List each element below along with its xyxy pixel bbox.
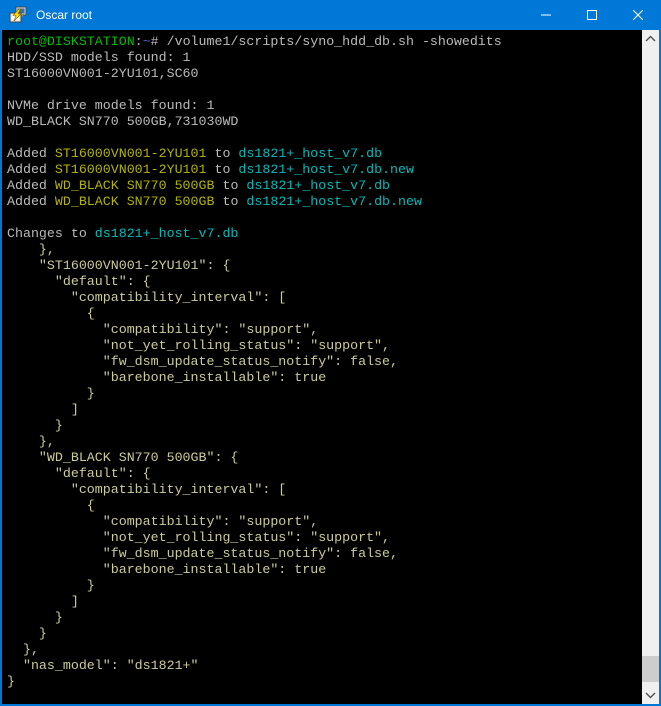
terminal-line: ] [7, 402, 642, 418]
maximize-button[interactable] [569, 0, 615, 30]
terminal-line: }, [7, 642, 642, 658]
putty-window: Oscar root root@DISKSTATION:~# /volume1/… [0, 0, 661, 706]
close-icon [633, 10, 643, 20]
terminal-line: "WD_BLACK SN770 500GB": { [7, 450, 642, 466]
terminal-line [7, 82, 642, 98]
putty-app-icon [9, 6, 27, 24]
terminal-line: ] [7, 594, 642, 610]
terminal-line [7, 130, 642, 146]
maximize-icon [587, 10, 597, 20]
terminal-line: root@DISKSTATION:~# /volume1/scripts/syn… [7, 34, 642, 50]
terminal-line: "default": { [7, 274, 642, 290]
terminal-line: Added WD_BLACK SN770 500GB to ds1821+_ho… [7, 178, 642, 194]
minimize-icon [541, 10, 551, 20]
scrollbar[interactable] [642, 30, 659, 704]
window-controls [523, 0, 661, 30]
minimize-button[interactable] [523, 0, 569, 30]
chevron-down-icon [645, 692, 656, 699]
terminal-line: Added WD_BLACK SN770 500GB to ds1821+_ho… [7, 194, 642, 210]
terminal-line: }, [7, 242, 642, 258]
terminal-line: Added ST16000VN001-2YU101 to ds1821+_hos… [7, 162, 642, 178]
terminal-line: "barebone_installable": true [7, 370, 642, 386]
terminal-line: "compatibility_interval": [ [7, 482, 642, 498]
terminal-line: } [7, 610, 642, 626]
scrollbar-track[interactable] [642, 47, 659, 687]
terminal-line [7, 210, 642, 226]
terminal-line: Added ST16000VN001-2YU101 to ds1821+_hos… [7, 146, 642, 162]
terminal-line: WD_BLACK SN770 500GB,731030WD [7, 114, 642, 130]
terminal-line: NVMe drive models found: 1 [7, 98, 642, 114]
terminal-line: "barebone_installable": true [7, 562, 642, 578]
chevron-up-icon [645, 35, 656, 42]
terminal-line: ST16000VN001-2YU101,SC60 [7, 66, 642, 82]
terminal-line: { [7, 498, 642, 514]
terminal-line: "not_yet_rolling_status": "support", [7, 530, 642, 546]
terminal-line: "compatibility_interval": [ [7, 290, 642, 306]
terminal-line: } [7, 386, 642, 402]
terminal-line: } [7, 578, 642, 594]
terminal-line: "compatibility": "support", [7, 514, 642, 530]
terminal-line: { [7, 306, 642, 322]
titlebar[interactable]: Oscar root [0, 0, 661, 30]
window-body: root@DISKSTATION:~# /volume1/scripts/syn… [0, 30, 661, 706]
window-title: Oscar root [36, 8, 92, 22]
scrollbar-thumb[interactable] [642, 656, 659, 682]
terminal-line: HDD/SSD models found: 1 [7, 50, 642, 66]
terminal-line: "default": { [7, 466, 642, 482]
terminal-line: } [7, 418, 642, 434]
terminal-line: } [7, 674, 642, 690]
terminal-line: }, [7, 434, 642, 450]
terminal-line: "nas_model": "ds1821+" [7, 658, 642, 674]
terminal-output[interactable]: root@DISKSTATION:~# /volume1/scripts/syn… [2, 30, 642, 704]
scroll-down-button[interactable] [642, 687, 659, 704]
terminal-line: "not_yet_rolling_status": "support", [7, 338, 642, 354]
close-button[interactable] [615, 0, 661, 30]
terminal-line: "ST16000VN001-2YU101": { [7, 258, 642, 274]
terminal-line: "fw_dsm_update_status_notify": false, [7, 354, 642, 370]
scroll-up-button[interactable] [642, 30, 659, 47]
terminal-line: Changes to ds1821+_host_v7.db [7, 226, 642, 242]
terminal-line: } [7, 626, 642, 642]
terminal-line: "fw_dsm_update_status_notify": false, [7, 546, 642, 562]
terminal-line: "compatibility": "support", [7, 322, 642, 338]
